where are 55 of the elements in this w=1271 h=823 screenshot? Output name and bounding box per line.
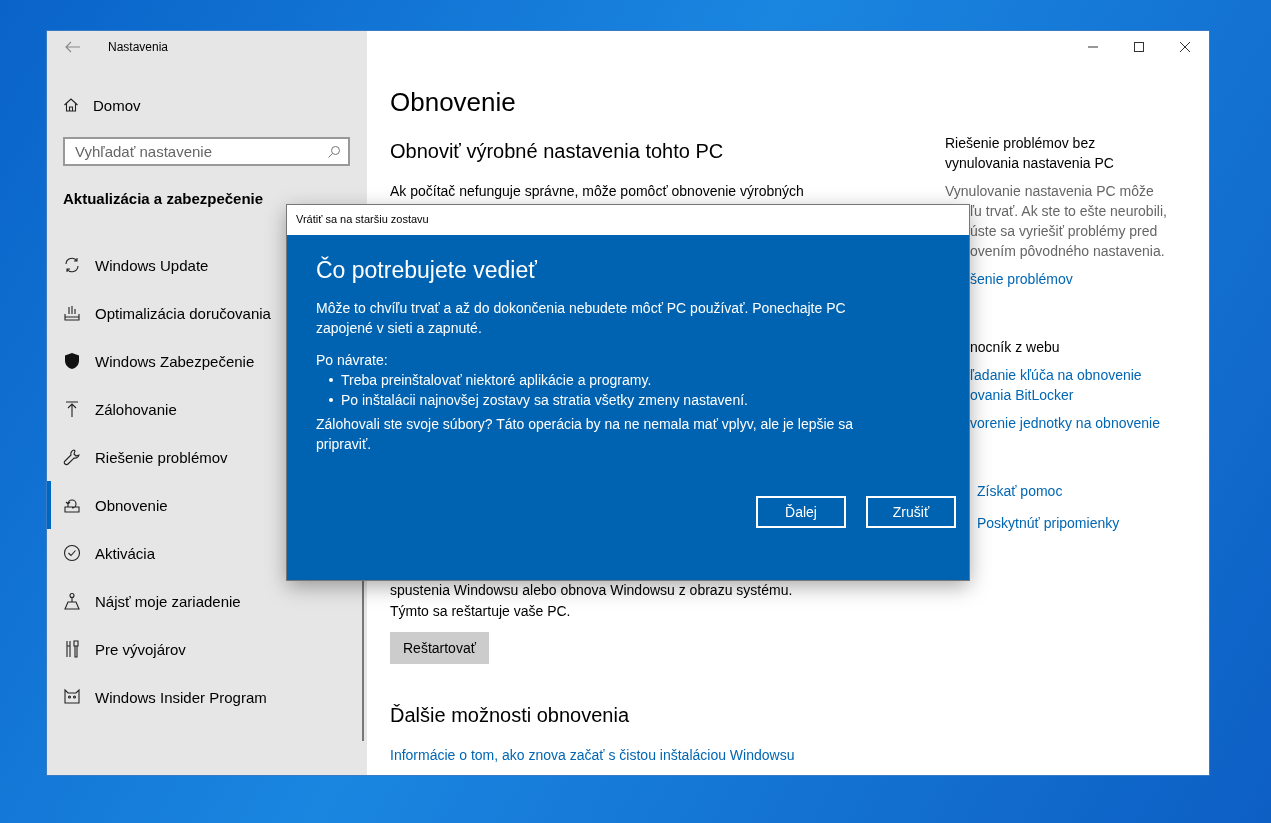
help-link[interactable]: ovania BitLocker [970,385,1195,405]
dialog-title: Vrátiť sa na staršiu zostavu [287,205,969,235]
search-icon [327,145,341,159]
support-link[interactable]: Získať pomoc [977,481,1195,501]
help-link[interactable]: ľadanie kľúča na obnovenie [970,365,1195,385]
back-arrow-icon[interactable] [65,41,81,53]
page-title: Obnovenie [390,87,517,118]
bullet-icon [329,398,333,402]
sync-icon [63,256,81,274]
search-field[interactable]: Vyhľadať nastavenie [63,137,350,166]
section-heading: Ďalšie možnosti obnovenia [390,704,631,727]
check-circle-icon [63,544,81,562]
help-link[interactable]: vorenie jednotky na obnovenie [970,413,1195,433]
side-text: úste sa vyriešiť problémy pred [970,222,1159,241]
home-nav-item[interactable]: Domov [63,93,367,117]
support-link[interactable]: Poskytnúť pripomienky [977,513,1195,533]
sidebar-item[interactable]: Pre vývojárov [47,625,367,673]
side-text: ovením pôvodného nastavenia. [970,242,1166,261]
tools-icon [63,640,81,658]
dialog-text: Po inštalácii najnovšej zostavy sa stratia všetky zmeny nastavení. [341,391,748,410]
home-icon [63,97,79,113]
dialog-heading: Čo potrebujete vedieť [316,257,538,284]
upload-tray-icon [63,304,81,322]
dialog-text: Môže to chvíľu trvať a až do dokončenia nebudete môcť PC používať. Ponechajte PC zapojené v sieti a zapnuté. [316,299,847,338]
maximize-icon[interactable] [1133,41,1145,53]
sidebar-item[interactable]: Obnovenie [47,481,367,529]
next-button[interactable]: Ďalej [756,496,846,528]
side-text: ľu trvať. Ak ste to ešte neurobili, [970,202,1168,221]
cancel-button[interactable]: Zrušiť [866,496,956,528]
person-pin-icon [63,592,81,610]
cat-icon [63,688,81,706]
section-heading: Aktualizácia a zabezpečenie [63,190,265,207]
shield-icon [63,352,81,370]
sidebar-item[interactable]: Aktivácia [47,529,367,577]
side-text: Vynulovanie nastavenia PC môže [945,182,1155,201]
dialog-text: Po návrate: [316,351,389,370]
sidebar-item[interactable]: Windows Insider Program [47,673,367,721]
bullet-icon [329,378,333,382]
dialog-text: Zálohovali ste svoje súbory? Táto operácia by na ne nemala mať vplyv, ale je lepšie sa pripraviť. [316,415,855,454]
section-heading: Obnoviť výrobné nastavenia tohto PC [390,140,725,163]
dialog-text: Treba preinštalovať niektoré aplikácie a programy. [341,371,652,390]
troubleshoot-link[interactable]: šenie problémov [970,269,1195,289]
wrench-icon [63,448,81,466]
clean-install-link[interactable]: Informácie o tom, ako znova začať s čistou inštaláciou Windowsu [390,747,945,763]
side-heading: nocník z webu [970,338,1061,357]
description-text: Ak počítač nefunguje správne, môže pomôcť obnovenie výrobných [390,182,805,201]
close-icon[interactable] [1179,41,1191,53]
description-text: Týmto sa reštartuje vaše PC. [390,602,572,621]
restore-icon [63,496,81,514]
sidebar-item[interactable]: Nájsť moje zariadenie [47,577,367,625]
window-title: Nastavenia [108,40,169,54]
description-text: spustenia Windowsu alebo obnova Windowsu z obrazu systému. [390,581,794,600]
restart-button[interactable]: Reštartovať [390,632,489,664]
upload-arrow-icon [63,400,81,418]
side-heading: Riešenie problémov bez vynulovania nastavenia PC [945,134,1115,173]
